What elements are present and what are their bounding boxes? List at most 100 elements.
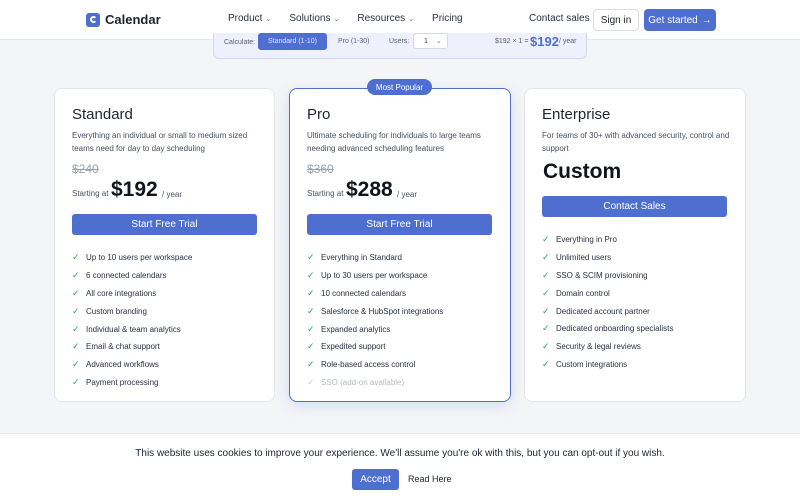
- feature-label: Dedicated account partner: [556, 306, 650, 316]
- feature-item: ✓ Dedicated account partner: [542, 302, 673, 320]
- nav-item-pricing[interactable]: Pricing: [432, 13, 463, 24]
- feature-label: 6 connected calendars: [86, 271, 167, 281]
- feature-item: ✓ Expedited support: [307, 338, 443, 356]
- plan-price: Custom: [543, 160, 622, 183]
- contact-sales-button[interactable]: Contact Sales: [542, 196, 727, 217]
- check-icon: ✓: [542, 341, 550, 352]
- accept-cookies-button[interactable]: Accept: [352, 469, 399, 490]
- nav-item-label: Pricing: [432, 13, 463, 24]
- chevron-down-icon: ⌄: [408, 15, 415, 23]
- calculator-total: $192: [530, 34, 559, 49]
- get-started-button[interactable]: Get started →: [644, 9, 716, 31]
- calculator-per: / year: [559, 38, 577, 45]
- feature-item: ✓ SSO & SCIM provisioning: [542, 267, 673, 285]
- feature-item: ✓ 10 connected calendars: [307, 285, 443, 303]
- tab-pro[interactable]: Pro (1-30): [338, 38, 370, 45]
- check-icon: ✓: [307, 323, 315, 334]
- logo[interactable]: Calendar: [86, 12, 161, 27]
- nav-item-resources[interactable]: Resources ⌄: [357, 13, 414, 24]
- plan-card-enterprise: Enterprise For teams of 30+ with advance…: [524, 88, 746, 402]
- plan-name: Enterprise: [542, 106, 611, 123]
- users-select-value: 1: [424, 37, 428, 45]
- check-icon: ✓: [307, 376, 315, 387]
- feature-item: ✓ 6 connected calendars: [72, 267, 192, 285]
- feature-item: ✓ All core integrations: [72, 285, 192, 303]
- feature-item: ✓ Everything in Pro: [542, 231, 673, 249]
- plan-name: Standard: [72, 106, 133, 123]
- feature-label: Up to 30 users per workspace: [321, 271, 428, 281]
- feature-item: ✓ Salesforce & HubSpot integrations: [307, 302, 443, 320]
- nav-item-product[interactable]: Product ⌄: [228, 13, 271, 24]
- check-icon: ✓: [542, 358, 550, 369]
- users-select[interactable]: 1 ⌄: [413, 33, 448, 49]
- feature-item: ✓ Dedicated onboarding specialists: [542, 320, 673, 338]
- plan-description: Ultimate scheduling for individuals to l…: [307, 131, 481, 153]
- users-label: Users:: [389, 38, 410, 45]
- plan-card-standard: Standard Everything an individual or sma…: [54, 88, 275, 402]
- feature-item: ✓ Email & chat support: [72, 338, 192, 356]
- plan-price: $288: [346, 178, 393, 201]
- check-icon: ✓: [307, 252, 315, 263]
- feature-label: Dedicated onboarding specialists: [556, 324, 674, 334]
- feature-item: ✓ Individual & team analytics: [72, 320, 192, 338]
- feature-label: SSO & SCIM provisioning: [556, 270, 648, 280]
- check-icon: ✓: [72, 287, 80, 298]
- feature-item: ✓ Custom branding: [72, 302, 192, 320]
- read-here-link[interactable]: Read Here: [408, 474, 452, 484]
- check-icon: ✓: [542, 287, 550, 298]
- feature-item: ✓ Domain control: [542, 284, 673, 302]
- feature-item: ✓ Everything in Standard: [307, 249, 443, 267]
- feature-label: Expedited support: [321, 342, 386, 352]
- start-free-trial-button[interactable]: Start Free Trial: [307, 214, 492, 235]
- feature-item: ✓ Advanced workflows: [72, 356, 192, 374]
- cookie-banner: This website uses cookies to improve you…: [0, 433, 800, 500]
- check-icon: ✓: [72, 270, 80, 281]
- check-icon: ✓: [542, 323, 550, 334]
- feature-item-muted: ✓ SSO (add-on available): [307, 374, 443, 392]
- starting-at-label: Starting at: [72, 189, 109, 198]
- feature-label: Unlimited users: [556, 253, 612, 263]
- get-started-label: Get started: [648, 14, 698, 26]
- chevron-down-icon: ⌄: [435, 38, 442, 45]
- feature-label: 10 connected calendars: [321, 288, 406, 298]
- feature-item: ✓ Role-based access control: [307, 356, 443, 374]
- nav-item-label: Resources: [357, 13, 406, 24]
- most-popular-badge: Most Popular: [367, 79, 432, 95]
- check-icon: ✓: [72, 359, 80, 370]
- main-nav: Product ⌄ Solutions ⌄ Resources ⌄ Pricin…: [228, 13, 463, 24]
- feature-list: ✓ Everything in Standard ✓ Up to 30 users …: [307, 249, 443, 391]
- check-icon: ✓: [542, 252, 550, 263]
- feature-item: ✓ Unlimited users: [542, 249, 673, 267]
- feature-label: Expanded analytics: [321, 324, 391, 334]
- tab-standard[interactable]: Standard (1-10): [258, 33, 327, 50]
- chevron-down-icon: ⌄: [265, 15, 272, 23]
- feature-label: Role-based access control: [321, 360, 416, 370]
- plan-price: $192: [111, 178, 158, 201]
- check-icon: ✓: [307, 287, 315, 298]
- feature-list: ✓ Everything in Pro ✓ Unlimited users ✓ SSO…: [542, 231, 673, 373]
- feature-item: ✓ Up to 30 users per workspace: [307, 267, 443, 285]
- sign-in-button[interactable]: Sign in: [593, 9, 639, 31]
- feature-label: Salesforce & HubSpot integrations: [321, 306, 444, 316]
- check-icon: ✓: [72, 252, 80, 263]
- plan-card-pro: Pro Ultimate scheduling for individuals …: [289, 88, 511, 402]
- feature-label: Security & legal reviews: [556, 342, 641, 352]
- feature-label: Custom integrations: [556, 359, 628, 369]
- calendar-logo-icon: [86, 12, 100, 27]
- nav-item-solutions[interactable]: Solutions ⌄: [289, 13, 339, 24]
- check-icon: ✓: [307, 270, 315, 281]
- check-icon: ✓: [307, 305, 315, 316]
- check-icon: ✓: [72, 305, 80, 316]
- check-icon: ✓: [542, 269, 550, 280]
- plan-description: For teams of 30+ with advanced security,…: [542, 131, 730, 153]
- feature-item: ✓ Expanded analytics: [307, 320, 443, 338]
- contact-sales-link[interactable]: Contact sales: [529, 13, 590, 24]
- feature-label: Advanced workflows: [86, 360, 159, 370]
- feature-label: Custom branding: [86, 306, 147, 316]
- old-price: $240: [72, 162, 99, 176]
- feature-label: Up to 10 users per workspace: [86, 253, 193, 263]
- price-calculator: Calculate: Standard (1-10) Pro (1-30) Us…: [213, 33, 587, 59]
- feature-label: Everything in Pro: [556, 235, 617, 245]
- feature-item: ✓ Payment processing: [72, 374, 192, 392]
- start-free-trial-button[interactable]: Start Free Trial: [72, 214, 257, 235]
